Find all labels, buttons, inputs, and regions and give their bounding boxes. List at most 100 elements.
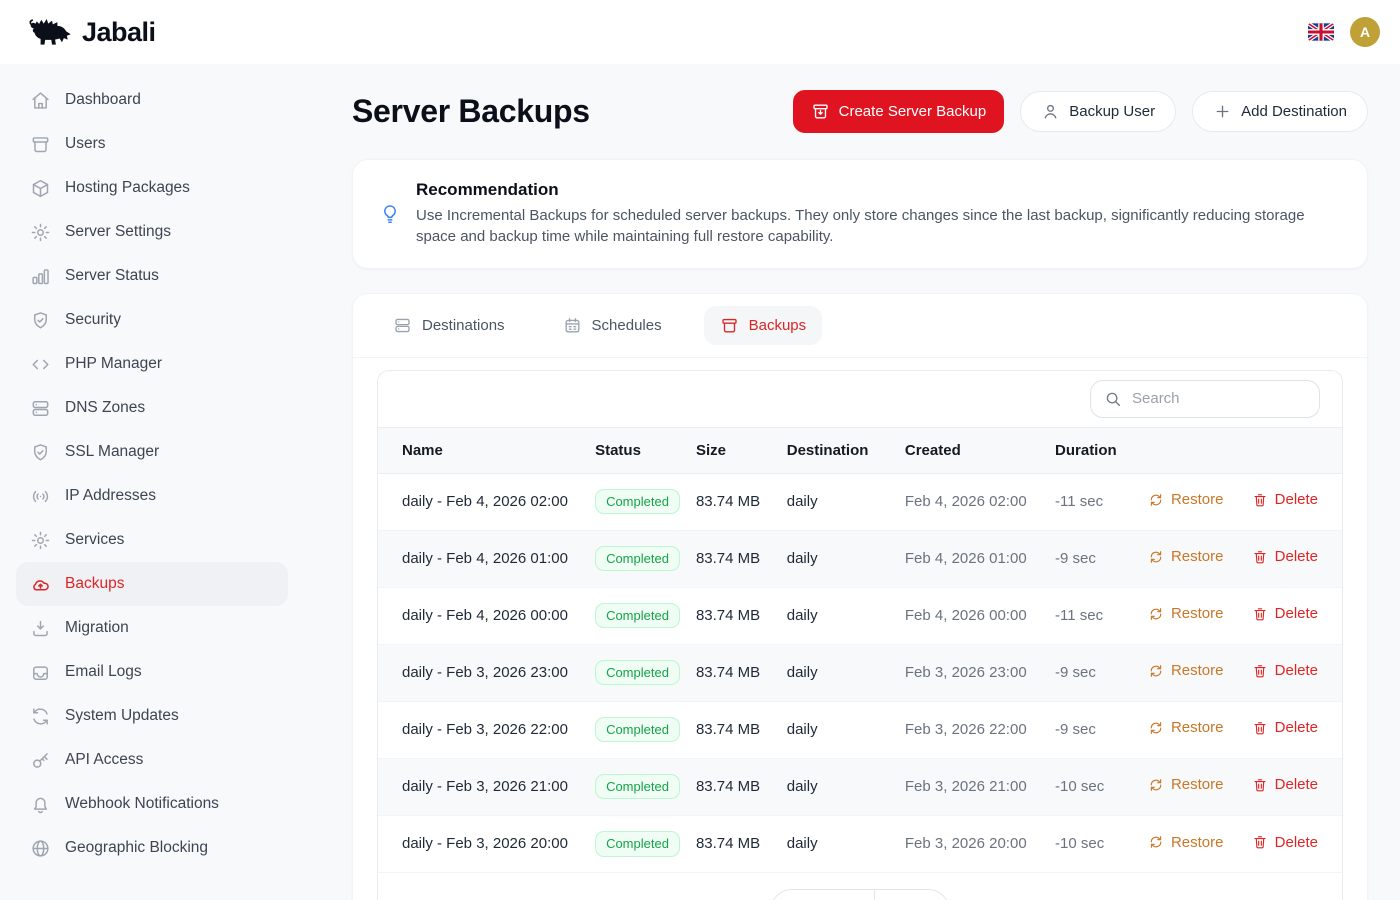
sidebar-item-email-logs[interactable]: Email Logs	[16, 650, 288, 694]
restore-button[interactable]: Restore	[1148, 834, 1224, 851]
backup-destination: daily	[787, 473, 905, 530]
trash-icon	[1252, 492, 1268, 508]
backup-size: 83.74 MB	[696, 701, 787, 758]
col-size: Size	[696, 427, 787, 473]
backup-size: 83.74 MB	[696, 530, 787, 587]
restore-button[interactable]: Restore	[1148, 719, 1224, 736]
db-icon	[30, 398, 51, 419]
sidebar-item-security[interactable]: Security	[16, 298, 288, 342]
sidebar-item-label: Dashboard	[65, 91, 141, 109]
cube-icon	[30, 178, 51, 199]
sidebar-item-services[interactable]: Services	[16, 518, 288, 562]
backup-name: daily - Feb 3, 2026 23:00	[378, 644, 595, 701]
backup-created: Feb 3, 2026 22:00	[905, 701, 1055, 758]
sidebar-item-label: PHP Manager	[65, 355, 162, 373]
sidebar-item-api-access[interactable]: API Access	[16, 738, 288, 782]
sidebar-item-dns-zones[interactable]: DNS Zones	[16, 386, 288, 430]
tab-label: Schedules	[592, 317, 662, 334]
boar-icon	[26, 16, 72, 48]
sidebar-item-label: Geographic Blocking	[65, 839, 208, 857]
backup-created: Feb 4, 2026 00:00	[905, 587, 1055, 644]
tab-destinations[interactable]: Destinations	[377, 306, 521, 345]
tab-bar: Destinations Schedules Backups	[353, 294, 1367, 357]
topbar: Jabali A	[0, 0, 1400, 64]
sidebar-item-label: IP Addresses	[65, 487, 156, 505]
restore-button[interactable]: Restore	[1148, 548, 1224, 565]
backup-destination: daily	[787, 701, 905, 758]
main-content: Server Backups Create Server Backup Back…	[304, 64, 1400, 900]
backup-size: 83.74 MB	[696, 758, 787, 815]
sidebar-item-label: Webhook Notifications	[65, 795, 219, 813]
search-input[interactable]	[1132, 390, 1306, 407]
sidebar-item-system-updates[interactable]: System Updates	[16, 694, 288, 738]
backup-size: 83.74 MB	[696, 815, 787, 872]
table-header-row: Name Status Size Destination Created Dur…	[378, 427, 1342, 473]
backup-duration: -10 sec	[1055, 758, 1148, 815]
home-icon	[30, 90, 51, 111]
avatar[interactable]: A	[1350, 17, 1380, 47]
delete-button[interactable]: Delete	[1252, 548, 1318, 565]
sidebar-item-php-manager[interactable]: PHP Manager	[16, 342, 288, 386]
delete-button[interactable]: Delete	[1252, 776, 1318, 793]
button-label: Add Destination	[1241, 103, 1347, 120]
backup-name: daily - Feb 3, 2026 21:00	[378, 758, 595, 815]
backup-created: Feb 3, 2026 23:00	[905, 644, 1055, 701]
button-add-destination[interactable]: Add Destination	[1192, 91, 1368, 132]
button-backup-user[interactable]: Backup User	[1020, 91, 1176, 132]
delete-button[interactable]: Delete	[1252, 491, 1318, 508]
db-icon	[393, 316, 412, 335]
cog-icon	[30, 222, 51, 243]
backup-destination: daily	[787, 758, 905, 815]
restore-button[interactable]: Restore	[1148, 776, 1224, 793]
cycle-icon	[30, 706, 51, 727]
backup-row-daily-feb-4-2026-02-00: daily - Feb 4, 2026 02:00 Completed 83.7…	[378, 473, 1342, 530]
backup-size: 83.74 MB	[696, 587, 787, 644]
backup-duration: -11 sec	[1055, 587, 1148, 644]
uk-flag-icon[interactable]	[1308, 23, 1334, 41]
sidebar-item-server-status[interactable]: Server Status	[16, 254, 288, 298]
sidebar-item-users[interactable]: Users	[16, 122, 288, 166]
button-create-server-backup[interactable]: Create Server Backup	[793, 90, 1005, 133]
delete-button[interactable]: Delete	[1252, 719, 1318, 736]
sidebar-item-server-settings[interactable]: Server Settings	[16, 210, 288, 254]
search-box[interactable]	[1090, 380, 1320, 418]
tab-schedules[interactable]: Schedules	[547, 306, 678, 345]
backup-size: 83.74 MB	[696, 473, 787, 530]
delete-button[interactable]: Delete	[1252, 834, 1318, 851]
archive-icon	[30, 134, 51, 155]
backup-row-daily-feb-3-2026-21-00: daily - Feb 3, 2026 21:00 Completed 83.7…	[378, 758, 1342, 815]
sidebar-item-hosting-packages[interactable]: Hosting Packages	[16, 166, 288, 210]
restore-icon	[1148, 834, 1164, 850]
tab-backups[interactable]: Backups	[704, 306, 823, 345]
restore-button[interactable]: Restore	[1148, 491, 1224, 508]
key-icon	[30, 750, 51, 771]
sidebar-item-migration[interactable]: Migration	[16, 606, 288, 650]
recommendation-body: Use Incremental Backups for scheduled se…	[416, 205, 1307, 248]
sidebar-item-webhook-notifications[interactable]: Webhook Notifications	[16, 782, 288, 826]
backup-size: 83.74 MB	[696, 644, 787, 701]
per-page-select[interactable]: Per page 10	[770, 889, 950, 900]
tray-down-icon	[30, 618, 51, 639]
restore-button[interactable]: Restore	[1148, 605, 1224, 622]
sidebar-item-label: Email Logs	[65, 663, 142, 681]
backup-name: daily - Feb 3, 2026 20:00	[378, 815, 595, 872]
backup-destination: daily	[787, 644, 905, 701]
sidebar-item-dashboard[interactable]: Dashboard	[16, 78, 288, 122]
sidebar-item-ssl-manager[interactable]: SSL Manager	[16, 430, 288, 474]
col-created: Created	[905, 427, 1055, 473]
sidebar-item-ip-addresses[interactable]: IP Addresses	[16, 474, 288, 518]
delete-button[interactable]: Delete	[1252, 662, 1318, 679]
restore-button[interactable]: Restore	[1148, 662, 1224, 679]
trash-icon	[1252, 720, 1268, 736]
backup-row-daily-feb-3-2026-22-00: daily - Feb 3, 2026 22:00 Completed 83.7…	[378, 701, 1342, 758]
tab-label: Destinations	[422, 317, 505, 334]
delete-button[interactable]: Delete	[1252, 605, 1318, 622]
per-page-label: Per page	[771, 890, 874, 900]
sidebar-item-backups[interactable]: Backups	[16, 562, 288, 606]
backup-row-daily-feb-4-2026-00-00: daily - Feb 4, 2026 00:00 Completed 83.7…	[378, 587, 1342, 644]
sidebar: Dashboard Users Hosting Packages Server …	[0, 64, 304, 900]
backup-created: Feb 4, 2026 02:00	[905, 473, 1055, 530]
search-icon	[1104, 390, 1122, 408]
backup-created: Feb 4, 2026 01:00	[905, 530, 1055, 587]
sidebar-item-geographic-blocking[interactable]: Geographic Blocking	[16, 826, 288, 870]
